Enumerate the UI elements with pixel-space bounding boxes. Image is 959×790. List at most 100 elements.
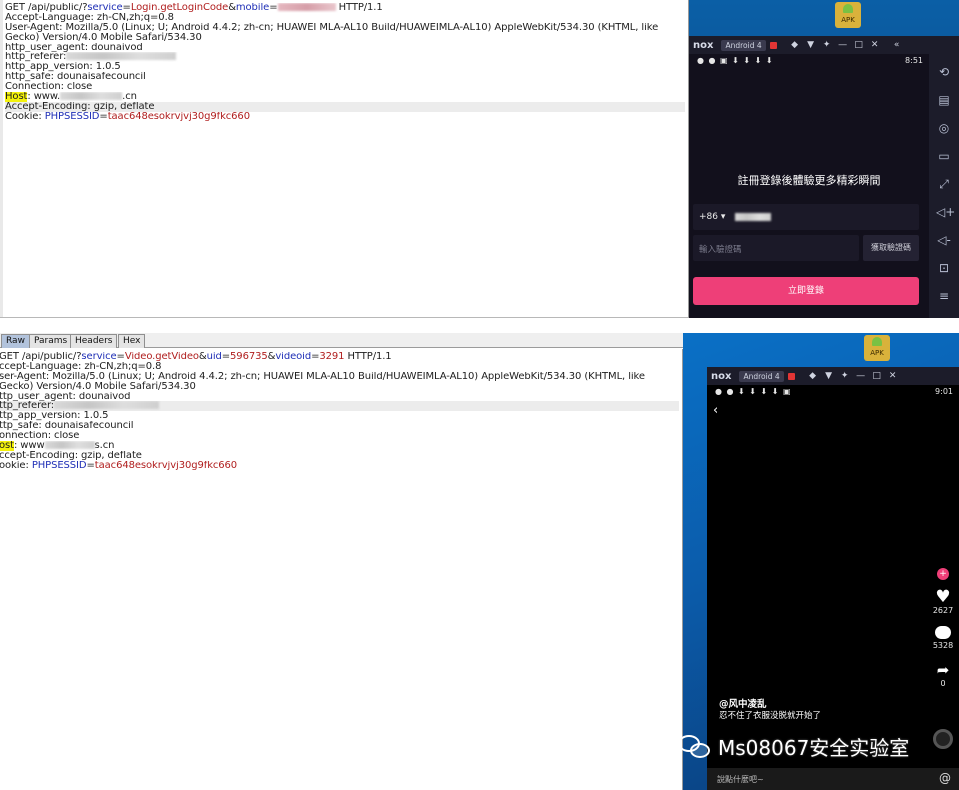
header-user-agent-custom: ttp_user_agent: dounaivod xyxy=(0,391,131,402)
heart-icon: ♥ xyxy=(935,587,951,607)
redacted-host xyxy=(44,441,95,450)
redacted-referer xyxy=(66,52,177,61)
screen-icon[interactable]: ▭ xyxy=(936,148,952,164)
android-version-badge: Android 4 xyxy=(721,39,766,51)
header-user-agent: User-Agent: Mozilla/5.0 (Linux; U; Andro… xyxy=(5,22,659,43)
back-chevron-icon[interactable]: ‹ xyxy=(713,403,718,418)
get-code-button[interactable]: 獲取驗證碼 xyxy=(863,235,919,261)
redacted-referer xyxy=(54,401,160,410)
nox-logo: nox xyxy=(693,39,714,51)
music-disc-icon[interactable] xyxy=(933,729,953,749)
status-time: 9:01 xyxy=(935,387,953,396)
like-button[interactable]: ♥ 2627 xyxy=(930,588,956,615)
dropdown-icon[interactable]: ▼ xyxy=(821,371,837,381)
notification-dot xyxy=(769,41,777,49)
close-icon[interactable]: ✕ xyxy=(885,371,901,381)
location-icon[interactable]: ◎ xyxy=(936,120,952,136)
country-code-select[interactable]: +86 ▾ xyxy=(699,212,725,222)
login-button[interactable]: 立即登錄 xyxy=(693,277,919,305)
mention-icon[interactable]: @ xyxy=(939,771,951,785)
like-count: 2627 xyxy=(932,606,954,615)
header-accept-language: Accept-Language: zh-CN,zh;q=0.8 xyxy=(5,12,174,23)
video-caption: 忍不住了衣服没脱就开始了 xyxy=(719,711,822,721)
volume-up-icon[interactable]: ◁+ xyxy=(936,204,955,220)
keyboard-icon[interactable]: ◆ xyxy=(805,371,821,381)
login-screen: ● ● ▣ ⬇ ⬇ ⬇ ⬇ 8:51 註冊登錄後體驗更多精彩瞬間 +86 ▾ 輸… xyxy=(689,54,929,318)
comment-placeholder: 說點什麼吧~ xyxy=(717,775,764,784)
minimize-icon[interactable]: — xyxy=(835,40,851,50)
header-cookie: Cookie: PHPSESSID=taac648esokrvjvj30g9fk… xyxy=(5,111,250,122)
android-icon xyxy=(872,337,882,346)
header-accept-language: ccept-Language: zh-CN,zh;q=0.8 xyxy=(0,361,162,372)
header-user-agent: ser-Agent: Mozilla/5.0 (Linux; U; Androi… xyxy=(0,371,645,392)
redacted-phone xyxy=(735,213,771,221)
redacted-mobile xyxy=(277,3,336,11)
fullscreen-icon[interactable]: ⤢ xyxy=(936,176,952,192)
keyboard-icon[interactable]: ▤ xyxy=(936,92,952,108)
minimize-icon[interactable]: — xyxy=(853,371,869,381)
tab-raw[interactable]: Raw xyxy=(1,334,30,348)
tab-params[interactable]: Params xyxy=(29,334,73,348)
header-app-version: ttp_app_version: 1.0.5 xyxy=(0,411,109,422)
wechat-icon xyxy=(678,733,712,761)
header-referer: http_referer: xyxy=(5,52,685,62)
header-accept-encoding: ccept-Encoding: gzip, deflate xyxy=(0,450,142,461)
message-editor-tabs: Raw Params Headers Hex xyxy=(0,333,683,348)
rotate-icon[interactable]: ⟲ xyxy=(936,64,952,80)
header-connection: Connection: close xyxy=(5,82,93,93)
status-bar: ● ● ⬇ ⬇ ⬇ ⬇ ▣ 9:01 xyxy=(707,385,959,399)
header-referer: ttp_referer: xyxy=(0,401,679,412)
maximize-icon[interactable]: □ xyxy=(851,40,867,50)
header-user-agent-custom: http_user_agent: dounaivod xyxy=(5,42,143,53)
editor-gutter xyxy=(0,0,3,317)
nox-titlebar-bottom: nox Android 4 ◆ ▼ ✦ — □ ✕ xyxy=(707,367,959,385)
top-request-panel: GET /api/public/?service=Login.getLoginC… xyxy=(0,0,689,318)
close-icon[interactable]: ✕ xyxy=(867,40,883,50)
login-title: 註冊登錄後體驗更多精彩瞬間 xyxy=(737,174,881,187)
status-bar: ● ● ▣ ⬇ ⬇ ⬇ ⬇ 8:51 xyxy=(689,54,929,68)
redacted-host xyxy=(60,92,123,101)
author-name[interactable]: @风中凌乱 xyxy=(719,696,767,710)
share-arrow-icon: ➦ xyxy=(936,661,950,679)
header-app-version: http_app_version: 1.0.5 xyxy=(5,62,121,73)
header-safe: http_safe: dounaisafecouncil xyxy=(5,72,146,83)
watermark-text: Ms08067安全实验室 xyxy=(718,736,910,760)
status-time: 8:51 xyxy=(905,56,923,65)
nox-titlebar-top: nox Android 4 ◆ ▼ ✦ — □ ✕ « xyxy=(689,36,959,54)
pin-icon[interactable]: ✦ xyxy=(837,371,853,381)
share-count: 0 xyxy=(940,679,946,688)
share-button[interactable]: ➦ 0 xyxy=(930,661,956,688)
tab-hex[interactable]: Hex xyxy=(118,334,146,348)
more-icon[interactable]: ≡ xyxy=(936,288,952,304)
header-connection: onnection: close xyxy=(0,431,80,442)
dropdown-icon[interactable]: ▼ xyxy=(803,40,819,50)
top-request-text[interactable]: GET /api/public/?service=Login.getLoginC… xyxy=(5,3,685,122)
header-host: ost: www s.cn xyxy=(0,441,115,451)
video-screen: ● ● ⬇ ⬇ ⬇ ⬇ ▣ 9:01 ‹ + ♥ 2627 5328 ➦ 0 @… xyxy=(707,385,959,790)
code-input[interactable]: 輸入驗證碼 xyxy=(693,235,859,261)
pin-icon[interactable]: ✦ xyxy=(819,40,835,50)
apk-installer-icon[interactable]: APK xyxy=(835,2,861,28)
bottom-request-text[interactable]: GET /api/public/?service=Video.getVideo&… xyxy=(0,352,679,471)
comment-button[interactable]: 5328 xyxy=(930,624,956,650)
maximize-icon[interactable]: □ xyxy=(869,371,885,381)
collapse-icon[interactable]: « xyxy=(889,40,905,50)
keyboard-icon[interactable]: ◆ xyxy=(787,40,803,50)
header-accept-encoding: Accept-Encoding: gzip, deflate xyxy=(5,101,685,112)
comment-input[interactable]: 說點什麼吧~ @ xyxy=(707,768,959,790)
emulator-sidebar: ⟲ ▤ ◎ ▭ ⤢ ◁+ ◁- ⊡ ≡ xyxy=(929,36,959,318)
nox-logo: nox xyxy=(711,370,732,382)
header-cookie: ookie: PHPSESSID=taac648esokrvjvj30g9fkc… xyxy=(0,460,238,471)
apk-installer-icon[interactable]: APK xyxy=(864,335,890,361)
plus-icon: + xyxy=(937,568,949,580)
status-notification-icons: ● ● ⬇ ⬇ ⬇ ⬇ ▣ xyxy=(715,387,792,396)
follow-button[interactable]: + xyxy=(930,568,956,580)
phone-input[interactable]: +86 ▾ xyxy=(693,204,919,230)
request-line: GET /api/public/?service=Login.getLoginC… xyxy=(5,3,383,13)
status-notification-icons: ● ● ▣ ⬇ ⬇ ⬇ ⬇ xyxy=(697,56,774,65)
bottom-request-panel: GET /api/public/?service=Video.getVideo&… xyxy=(0,349,683,790)
tab-headers[interactable]: Headers xyxy=(70,334,118,348)
request-line: GET /api/public/?service=Video.getVideo&… xyxy=(0,352,392,362)
volume-down-icon[interactable]: ◁- xyxy=(936,232,952,248)
screenshot-icon[interactable]: ⊡ xyxy=(936,260,952,276)
